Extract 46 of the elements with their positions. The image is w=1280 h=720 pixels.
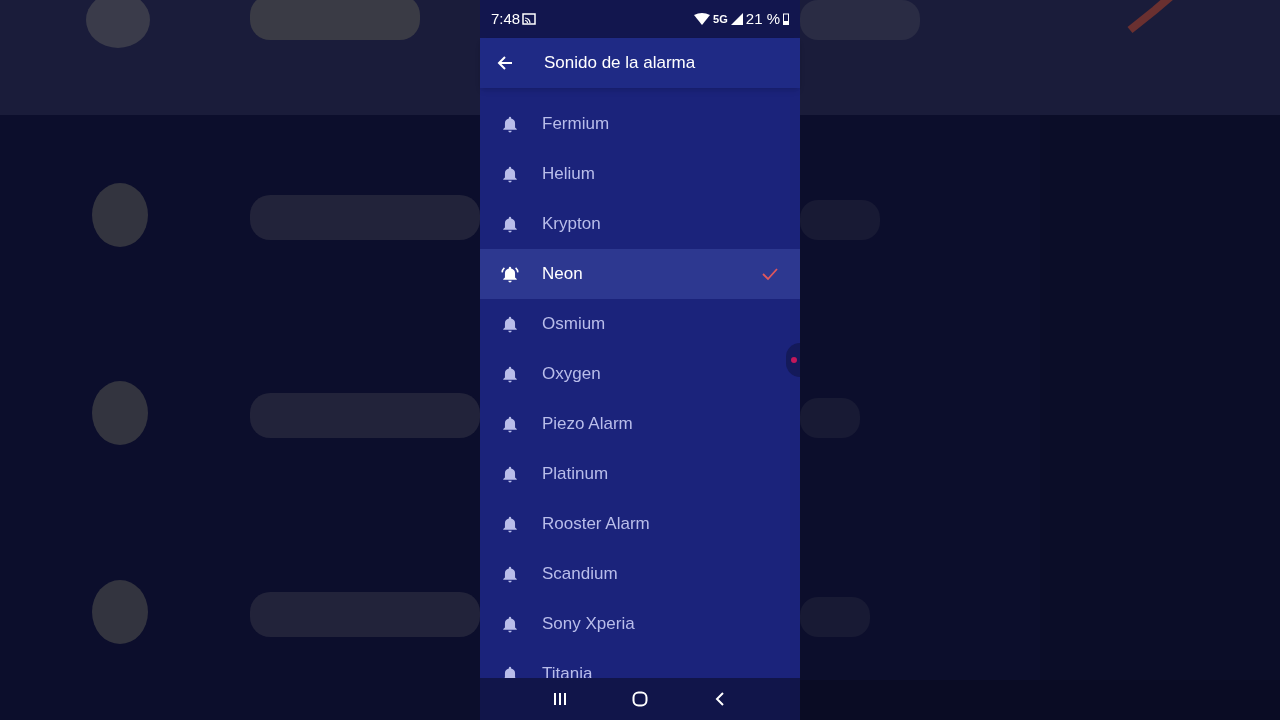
bell-icon	[501, 565, 519, 583]
bell-icon	[501, 465, 519, 483]
sound-name: Scandium	[542, 563, 619, 586]
checkmark-icon	[762, 267, 778, 281]
sound-name: Osmium	[542, 313, 607, 336]
sound-name: Neon	[542, 263, 584, 286]
sound-option[interactable]: Helium	[480, 149, 800, 199]
sound-option[interactable]: Fermium	[480, 99, 800, 149]
sound-name: Oxygen	[542, 363, 602, 386]
sound-name: Rooster Alarm	[542, 513, 651, 536]
back-arrow-icon	[497, 55, 513, 71]
sound-option[interactable]: Sony Xperia	[480, 599, 800, 649]
sound-option[interactable]: Osmium	[480, 299, 800, 349]
floating-bubble-overlay[interactable]	[786, 343, 800, 377]
sound-name: Piezo Alarm	[542, 413, 634, 436]
signal-icon	[730, 13, 743, 25]
cast-icon	[522, 13, 537, 25]
wifi-icon	[694, 13, 711, 25]
status-time: 7:48	[491, 8, 521, 29]
sound-name: Sony Xperia	[542, 613, 636, 636]
bell-icon	[501, 615, 519, 633]
sound-option[interactable]: Piezo Alarm	[480, 399, 800, 449]
screen-title: Sonido de la alarma	[544, 52, 696, 75]
sound-name: Fermium	[542, 113, 611, 136]
bell-icon	[501, 365, 519, 383]
battery-percent: 21 %	[745, 8, 780, 29]
bell-icon	[501, 515, 519, 533]
bell-icon	[501, 165, 519, 183]
network-type: 5G	[713, 11, 728, 27]
sound-name: Krypton	[542, 213, 602, 236]
back-chevron-icon	[715, 691, 725, 707]
sound-option[interactable]: Platinum	[480, 449, 800, 499]
bell-icon	[501, 415, 519, 433]
bell-icon	[501, 315, 519, 333]
recent-apps-icon	[553, 692, 567, 706]
sound-name: Platinum	[542, 463, 610, 486]
bell-icon	[501, 115, 519, 133]
sound-option[interactable]: Neon	[480, 249, 800, 299]
ringing-bell-icon	[501, 265, 519, 283]
home-icon	[632, 691, 648, 707]
sound-option[interactable]: Krypton	[480, 199, 800, 249]
battery-icon	[783, 13, 789, 25]
sound-option[interactable]: Rooster Alarm	[480, 499, 800, 549]
sound-option[interactable]: Scandium	[480, 549, 800, 599]
sound-name: Helium	[542, 163, 596, 186]
bell-icon	[501, 215, 519, 233]
